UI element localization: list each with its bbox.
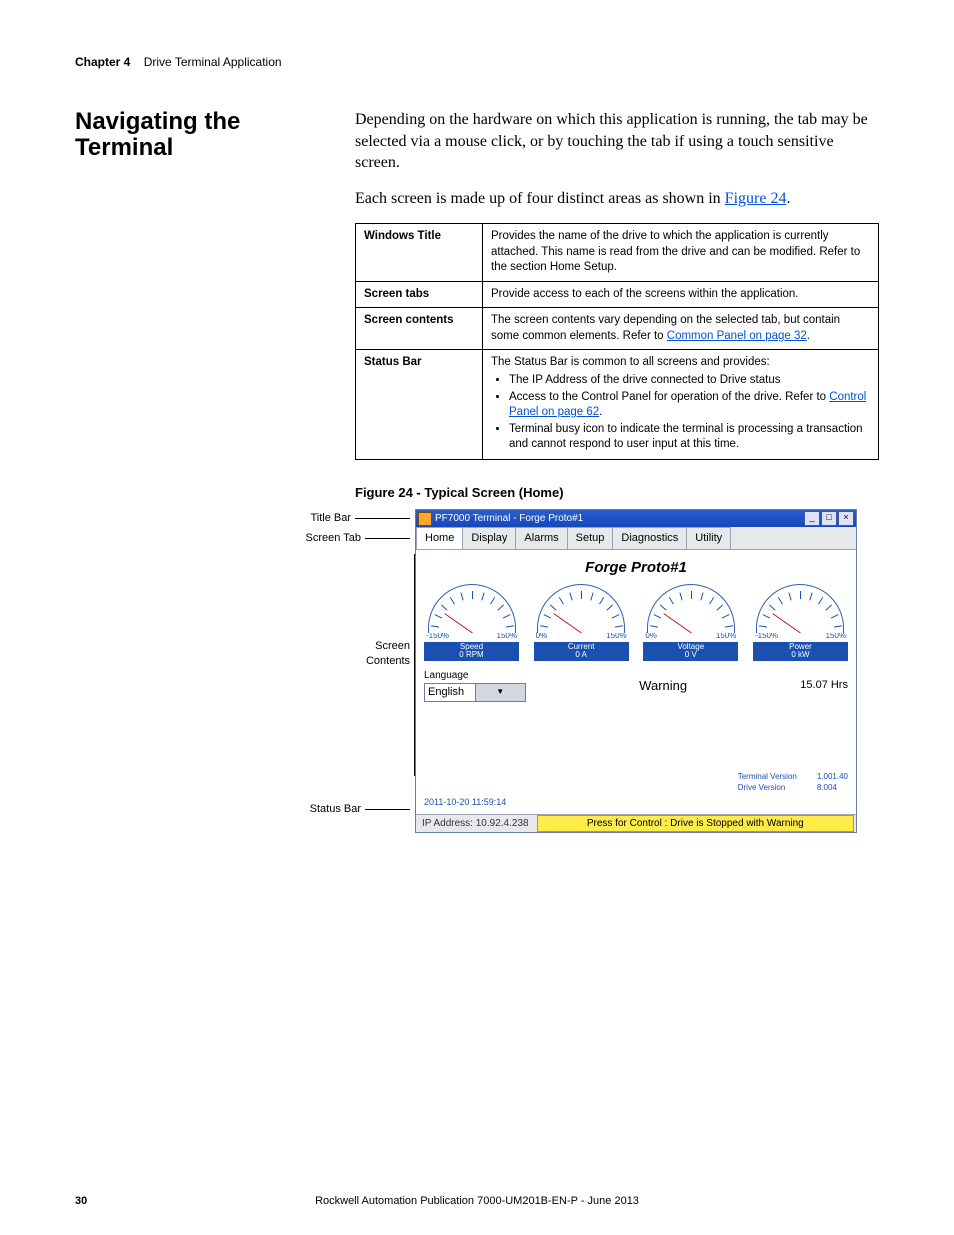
callout-screen-contents-b: Contents	[366, 655, 410, 667]
tab-alarms[interactable]: Alarms	[515, 527, 567, 549]
drive-name: Forge Proto#1	[424, 558, 848, 578]
maximize-button[interactable]: □	[821, 511, 837, 526]
running-header: Chapter 4 Drive Terminal Application	[75, 55, 879, 69]
tab-utility[interactable]: Utility	[686, 527, 731, 549]
terminal-version-value: 1.001.40	[817, 772, 848, 783]
row-screen-contents-text: The screen contents vary depending on th…	[483, 308, 879, 350]
gauge-power: -150%150%Power0 kW	[753, 584, 848, 661]
ip-address: IP Address: 10.92.4.238	[416, 817, 535, 831]
window-title: PF7000 Terminal - Forge Proto#1	[435, 512, 583, 526]
tab-display[interactable]: Display	[462, 527, 516, 549]
intro-para-2: Each screen is made up of four distinct …	[355, 188, 879, 210]
app-icon	[418, 512, 432, 526]
terminal-version-label: Terminal Version	[738, 772, 797, 783]
language-select[interactable]: English ▼	[424, 683, 526, 702]
callout-screen-contents-a: Screen	[375, 640, 410, 652]
row-status-bar-label: Status Bar	[356, 350, 483, 459]
warning-text: Warning	[639, 677, 687, 695]
gauge-speed: -150%150%Speed0 RPM	[424, 584, 519, 661]
row-screen-tabs-label: Screen tabs	[356, 281, 483, 308]
page-footer: 30 Rockwell Automation Publication 7000-…	[0, 1195, 954, 1207]
language-value: English	[425, 684, 475, 701]
press-for-control-button[interactable]: Press for Control : Drive is Stopped wit…	[537, 815, 854, 833]
figure-caption: Figure 24 - Typical Screen (Home)	[355, 484, 879, 502]
minimize-button[interactable]: _	[804, 511, 820, 526]
areas-table: Windows Title Provides the name of the d…	[355, 223, 879, 459]
page-number: 30	[75, 1195, 87, 1207]
row-windows-title-text: Provides the name of the drive to which …	[483, 224, 879, 282]
drive-version-label: Drive Version	[738, 783, 797, 794]
timestamp: 2011-10-20 11:59:14	[424, 796, 848, 808]
status-bullet-3: Terminal busy icon to indicate the termi…	[509, 422, 870, 453]
hours-value: 15.07 Hrs	[800, 678, 848, 693]
row-status-bar-text: The Status Bar is common to all screens …	[483, 350, 879, 459]
language-label: Language	[424, 669, 526, 683]
intro-para-1: Depending on the hardware on which this …	[355, 109, 879, 174]
gauge-voltage: 0%150%Voltage0 V	[643, 584, 738, 661]
drive-version-value: 8.004	[817, 783, 848, 794]
status-bullet-2: Access to the Control Panel for operatio…	[509, 390, 870, 421]
row-windows-title-label: Windows Title	[356, 224, 483, 282]
status-bullet-1: The IP Address of the drive connected to…	[509, 373, 870, 389]
callout-screen-tab: Screen Tab	[306, 532, 361, 544]
screen-tabs: Home Display Alarms Setup Diagnostics Ut…	[416, 527, 856, 550]
row-screen-tabs-text: Provide access to each of the screens wi…	[483, 281, 879, 308]
tab-diagnostics[interactable]: Diagnostics	[612, 527, 687, 549]
chevron-down-icon[interactable]: ▼	[475, 684, 526, 701]
close-button[interactable]: ×	[838, 511, 854, 526]
status-bar: IP Address: 10.92.4.238 Press for Contro…	[416, 814, 856, 832]
figure-24-link[interactable]: Figure 24	[725, 190, 787, 207]
common-panel-link[interactable]: Common Panel on page 32	[667, 330, 807, 342]
tab-home[interactable]: Home	[416, 527, 463, 549]
gauge-current: 0%150%Current0 A	[534, 584, 629, 661]
callout-status-bar: Status Bar	[310, 803, 361, 815]
chapter-label: Chapter 4	[75, 55, 130, 69]
callout-title-bar: Title Bar	[310, 512, 351, 524]
screen-contents: Forge Proto#1 -150%150%Speed0 RPM0%150%C…	[416, 550, 856, 814]
publication-id: Rockwell Automation Publication 7000-UM2…	[0, 1195, 954, 1207]
terminal-window: PF7000 Terminal - Forge Proto#1 _ □ × Ho…	[415, 509, 857, 833]
chapter-title: Drive Terminal Application	[144, 55, 282, 69]
title-bar[interactable]: PF7000 Terminal - Forge Proto#1 _ □ ×	[416, 510, 856, 527]
tab-setup[interactable]: Setup	[567, 527, 614, 549]
row-screen-contents-label: Screen contents	[356, 308, 483, 350]
